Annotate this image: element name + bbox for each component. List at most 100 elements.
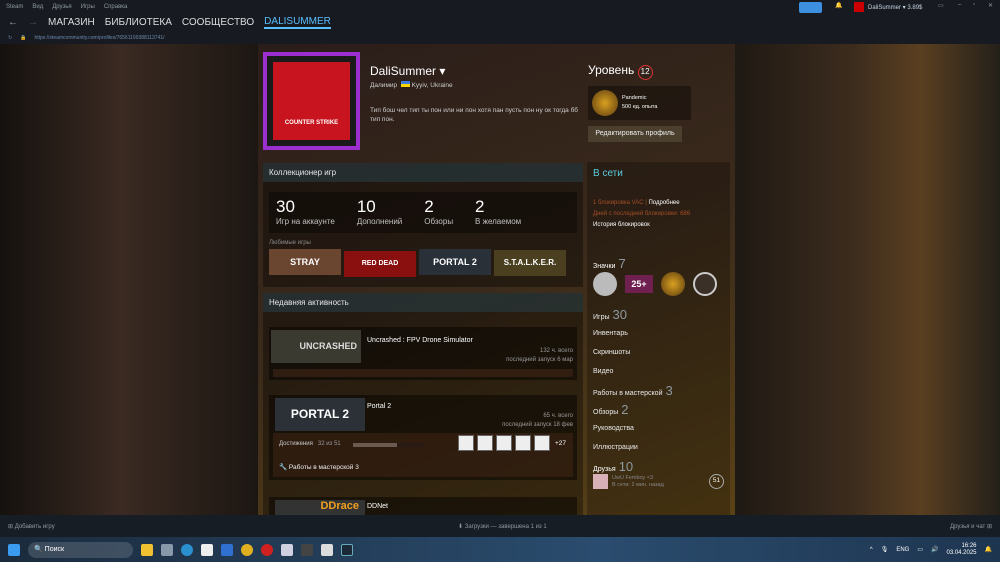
sidebar-link-0[interactable]: Игры 30 [593,308,724,321]
game-capsule[interactable]: DDrace [275,500,365,515]
app-icon[interactable] [301,543,313,556]
more-achievements[interactable]: +27 [555,440,566,447]
achievements-row[interactable]: Достижения 32 из 51 [279,441,341,447]
steam-icon[interactable] [341,543,353,556]
view-menu[interactable]: Вид [32,4,43,10]
sidebar-link-4[interactable]: Работы в мастерской 3 [593,384,724,397]
app-icon[interactable] [281,543,293,556]
badges-link[interactable]: Значки 7 [593,257,724,270]
friend-item[interactable]: UwU Femboy <3 В сети: 2 мин. назад 51 [593,474,724,489]
volume-icon[interactable]: 🔊 [931,546,938,553]
friends-menu[interactable]: Друзья [52,4,71,10]
achievement-icon[interactable] [515,435,531,451]
stat-label: Игр на аккаунте [276,217,335,226]
sidebar-link-6[interactable]: Руководства [593,424,724,433]
reload-icon[interactable]: ↻ [8,35,12,41]
nav-library[interactable]: БИБЛИОТЕКА [105,17,172,28]
stat-label: Обзоры [424,217,454,226]
badge-icon[interactable] [693,272,717,296]
mic-icon[interactable]: 🎙 [881,546,889,553]
game-name[interactable]: Uncrashed : FPV Drone Simulator [367,337,473,344]
stat-wishlist[interactable]: 2В желаемом [475,197,521,226]
game-hours: 65 ч. всего [543,413,573,419]
achievement-icon[interactable] [534,435,550,451]
tray-chevron-icon[interactable]: ^ [870,547,873,553]
url-text[interactable]: https://steamcommunity.com/profiles/7656… [34,35,164,41]
opera-icon[interactable] [261,543,273,556]
close-button[interactable]: ✕ [988,2,993,9]
notifications-icon[interactable]: 🔔 [835,2,842,9]
pandemic-badge-icon[interactable] [661,272,685,296]
file-explorer-icon[interactable] [141,543,153,556]
help-menu[interactable]: Справка [104,4,128,10]
fav-game-rdr2[interactable]: RED DEAD [344,251,416,277]
sidebar-link-label: Работы в мастерской [593,390,663,397]
workshop-text: Работы в мастерской 3 [288,464,359,471]
sidebar-link-7[interactable]: Иллюстрации [593,443,724,452]
calculator-icon[interactable] [161,543,173,556]
photos-icon[interactable] [221,543,233,556]
sidebar-link-2[interactable]: Скриншоты [593,348,724,357]
game-name[interactable]: Portal 2 [367,403,391,410]
game-capsule[interactable]: PORTAL 2 [275,398,365,431]
stat-value: 10 [356,197,376,216]
announcements-button[interactable] [799,2,822,13]
nav-profile[interactable]: DALISUMMER [264,16,331,29]
sidebar-link-label: Игры [593,314,610,321]
nav-community[interactable]: СООБЩЕСТВО [182,17,254,28]
network-icon[interactable]: ▭ [917,546,923,553]
fav-game-stray[interactable]: STRAY [269,249,341,275]
fav-game-stalker[interactable]: S.T.A.L.K.E.R. [494,250,566,276]
stat-dlc[interactable]: 10 Дополнений [357,197,402,226]
persona-name-text: DaliSummer [370,64,437,78]
sidebar-link-5[interactable]: Обзоры 2 [593,403,724,416]
badge-25-years-icon[interactable]: 25+ [625,275,653,293]
persona-name[interactable]: DaliSummer ▾ [370,64,445,78]
minimize-button[interactable]: – [958,2,961,8]
back-icon[interactable]: ← [8,17,18,28]
friends-chat-button[interactable]: Друзья и чат ⊞ [950,523,992,530]
add-game-button[interactable]: ⊞ Добавить игру [8,523,55,530]
stat-reviews[interactable]: 2 Обзоры [424,197,453,226]
online-status: В сети [593,168,623,179]
badge-icon[interactable] [593,272,617,296]
steam-menu[interactable]: Steam [6,4,23,10]
maximize-button[interactable]: ▫ [973,2,975,8]
friends-link[interactable]: Друзья 10 [593,460,724,473]
language-indicator[interactable]: ENG [896,547,909,553]
featured-badge[interactable]: Pandemic 500 ед. опыта [588,86,691,120]
edge-icon[interactable] [181,543,193,556]
profile-location: Далимир Kyyiv, Ukraine [370,81,453,89]
nav-store[interactable]: МАГАЗИН [48,17,95,28]
achievement-icon[interactable] [477,435,493,451]
game-collector-showcase: Коллекционер игр 30 Игр на аккаунте 10 Доп… [263,163,583,287]
ban-details-link[interactable]: Подробнее [648,200,679,206]
badge-name: Pandemic [622,95,647,101]
ban-history-link[interactable]: История блокировок [593,220,724,231]
account-menu[interactable]: DaliSummer ▾ 3.89$ [868,4,922,11]
forward-icon[interactable]: → [28,17,38,28]
achievement-icon[interactable] [496,435,512,451]
fav-game-portal2[interactable]: PORTAL 2 [419,249,491,275]
achievement-icon[interactable] [458,435,474,451]
edit-profile-button[interactable]: Редактировать профиль [588,126,682,142]
clock[interactable]: 16:26 03.04.2025 [946,543,976,557]
notifications-icon[interactable]: 🔔 [985,546,992,553]
stat-games[interactable]: 30 Игр на аккаунте [276,197,335,226]
downloads-status[interactable]: ⬇ Загрузки — завершена 1 из 1 [458,523,547,530]
sidebar-link-3[interactable]: Видео [593,367,724,376]
vac-ban: 1 блокировка VAC [593,200,644,206]
store-icon[interactable] [201,543,213,556]
real-name: Далимир [370,82,398,89]
sidebar-link-1[interactable]: Инвентарь [593,329,724,338]
games-menu[interactable]: Игры [81,4,95,10]
big-picture-icon[interactable]: ▭ [938,2,944,9]
roblox-icon[interactable] [321,543,333,556]
taskbar-search[interactable]: 🔍 Поиск [28,541,133,558]
search-placeholder: Поиск [44,545,65,553]
chrome-icon[interactable] [241,543,253,556]
windows-start-icon[interactable] [8,543,20,556]
game-name[interactable]: DDNet [367,503,388,510]
game-capsule[interactable]: UNCRASHED [271,330,361,363]
workshop-link[interactable]: 🔧 Работы в мастерской 3 [279,463,359,471]
